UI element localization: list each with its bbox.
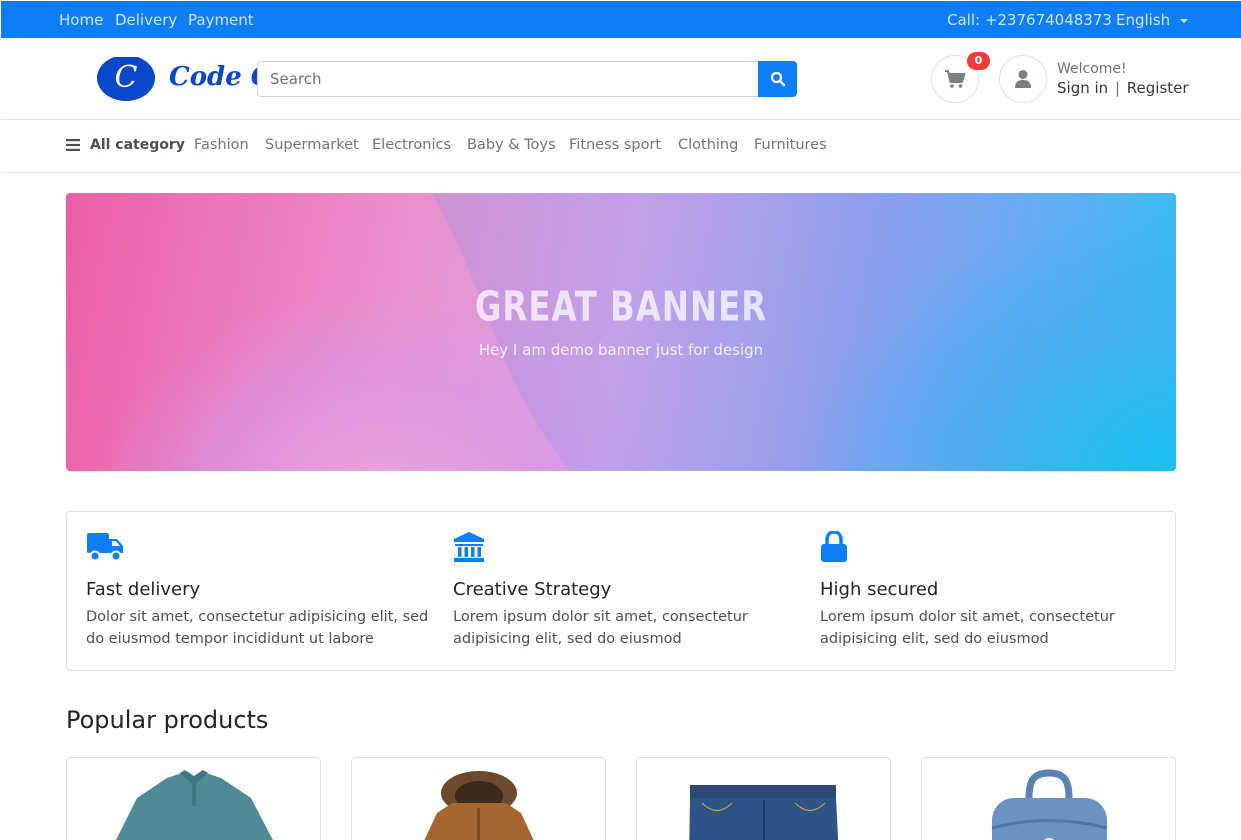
user-avatar-button[interactable]	[999, 55, 1047, 103]
banner-shape	[431, 193, 1176, 471]
search-button[interactable]	[758, 61, 797, 97]
welcome-text: Welcome!	[1057, 61, 1127, 77]
caret-down-icon	[1179, 18, 1188, 23]
product-card[interactable]	[636, 757, 891, 840]
product-card[interactable]	[66, 757, 321, 840]
cart-icon	[945, 70, 966, 88]
sign-in-link[interactable]: Sign in	[1057, 79, 1108, 97]
search-input[interactable]	[257, 61, 759, 97]
nav-link-home[interactable]: Home	[59, 11, 103, 29]
feature-high-secured: High secured Lorem ipsum dolor sit amet,…	[820, 530, 1170, 650]
bank-icon	[454, 532, 484, 562]
feature-creative-strategy: Creative Strategy Lorem ipsum dolor sit …	[453, 531, 803, 650]
call-link[interactable]: Call: +237674048373	[947, 11, 1112, 29]
nav-link-delivery[interactable]: Delivery	[115, 11, 177, 29]
auth-separator: |	[1114, 79, 1121, 97]
category-baby-toys[interactable]: Baby & Toys	[467, 137, 556, 153]
cart-count-badge: 0	[967, 52, 990, 70]
feature-fast-delivery: Fast delivery Dolor sit amet, consectetu…	[86, 531, 436, 650]
category-supermarket[interactable]: Supermarket	[265, 137, 359, 153]
category-nav: All category Fashion Supermarket Electro…	[1, 120, 1241, 173]
register-link[interactable]: Register	[1127, 79, 1189, 97]
banner-subtitle: Hey I am demo banner just for design	[478, 341, 764, 359]
category-clothing[interactable]: Clothing	[678, 137, 738, 153]
nav-link-payment[interactable]: Payment	[188, 11, 254, 29]
popular-products-title: Popular products	[66, 706, 269, 734]
logo-mark: C	[97, 57, 155, 101]
lock-icon	[821, 530, 847, 562]
auth-links: Sign in | Register	[1057, 79, 1189, 97]
main-header: C Code Gu 0 Welcome! Sign in | Register	[1, 38, 1241, 120]
feature-title: High secured	[820, 579, 939, 600]
all-category-label: All category	[90, 137, 185, 153]
backpack-image	[991, 769, 1108, 840]
hero-banner: GREAT BANNER Hey I am demo banner just f…	[66, 193, 1176, 471]
language-label: English	[1116, 11, 1171, 29]
top-bar: Home Delivery Payment Call: +23767404837…	[1, 1, 1241, 38]
feature-text: Dolor sit amet, consectetur adipisicing …	[86, 609, 429, 647]
features-box: Fast delivery Dolor sit amet, consectetu…	[66, 511, 1176, 671]
polo-shirt-image	[116, 770, 273, 840]
product-card[interactable]	[921, 757, 1176, 840]
feature-text: Lorem ipsum dolor sit amet, consectetur …	[453, 609, 748, 647]
category-electronics[interactable]: Electronics	[372, 137, 451, 153]
banner-title: GREAT BANNER	[474, 283, 768, 332]
language-dropdown[interactable]: English	[1116, 11, 1189, 29]
feature-text: Lorem ipsum dolor sit amet, consectetur …	[820, 609, 1115, 647]
truck-icon	[87, 533, 123, 562]
category-fitness-sport[interactable]: Fitness sport	[569, 137, 661, 153]
feature-title: Fast delivery	[86, 579, 201, 600]
logo-text: Code Gu	[169, 62, 257, 92]
logo[interactable]: C Code Gu	[97, 57, 257, 101]
feature-title: Creative Strategy	[453, 579, 612, 600]
user-icon	[1015, 70, 1031, 88]
product-card[interactable]	[351, 757, 606, 840]
category-furnitures[interactable]: Furnitures	[754, 137, 827, 153]
all-category-button[interactable]: All category	[66, 137, 185, 153]
category-fashion[interactable]: Fashion	[194, 137, 249, 153]
jacket-image	[424, 771, 534, 840]
search-icon	[770, 71, 785, 87]
jeans-image	[689, 785, 839, 840]
menu-icon	[66, 139, 80, 151]
